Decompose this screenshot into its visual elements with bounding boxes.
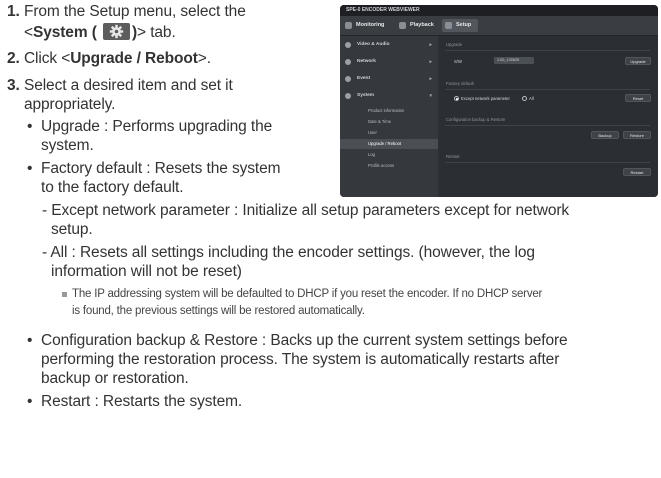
bullet-backup-line-1: • Configuration backup & Restore : Backs … (27, 331, 568, 350)
chevron-right-icon: ▸ (429, 76, 432, 82)
step-2-suffix: >. (197, 50, 211, 67)
step-1-line-1: 1. From the Setup menu, select the (7, 2, 246, 21)
tab-setup-label: Setup (456, 22, 472, 28)
bullet-backup-text: Configuration backup & Restore : Backs u… (41, 332, 568, 349)
section-restart: Restart (446, 154, 460, 159)
bullet-dot: • (27, 118, 33, 135)
video-icon (345, 42, 351, 48)
sw-label: S/W (454, 59, 462, 64)
step-2-prefix: Click < (23, 50, 71, 67)
bullet-dot: • (27, 393, 33, 410)
tab-playback-label: Playback (410, 22, 434, 28)
submenu-upgrade-reboot[interactable]: Upgrade / Reboot (340, 139, 438, 149)
window-title: SPE-0 ENCODER WEBVIEWER (340, 5, 658, 16)
step-2: 2. Click <Upgrade / Reboot>. (7, 49, 211, 68)
divider (445, 125, 650, 126)
bullet-dot: • (27, 332, 33, 349)
backup-button[interactable]: Backup (591, 131, 619, 139)
event-icon (345, 76, 351, 82)
sidebar-label: Video & Audio (357, 42, 390, 47)
note-line-2: is found, the previous settings will be … (72, 305, 365, 317)
bullet-upgrade-text: Upgrade : Performs upgrading the (41, 118, 273, 135)
step-3-line-1: 3. Select a desired item and set it (7, 76, 233, 95)
reset-button[interactable]: Reset (625, 94, 651, 102)
sidebar-label: Event (357, 76, 371, 81)
tab-monitoring[interactable]: Monitoring (342, 19, 394, 32)
note-line-1: The IP addressing system will be default… (72, 288, 543, 300)
step-3-text: Select a desired item and set it (23, 77, 233, 94)
tab-monitoring-label: Monitoring (356, 22, 385, 28)
bullet-factory-text: Factory default : Resets the system (41, 160, 281, 177)
step-1-suffix: > tab. (137, 24, 176, 41)
step-1-line-2: <System ( )> tab. (24, 23, 176, 42)
gear-icon (102, 23, 130, 40)
bullet-upgrade-line-2: system. (41, 137, 94, 154)
sidebar-item-system[interactable]: System ▾ (340, 90, 438, 102)
restore-button[interactable]: Restore (623, 131, 651, 139)
bullet-restart-text: Restart : Restarts the system. (41, 393, 243, 410)
bullet-upgrade-line-1: • Upgrade : Performs upgrading the (27, 117, 272, 136)
restart-button[interactable]: Restart (623, 168, 651, 176)
network-icon (345, 59, 351, 65)
step-1-number: 1. (7, 3, 20, 20)
sub-all-line-2: information will not be reset) (51, 263, 242, 280)
top-nav: Monitoring Playback Setup (340, 16, 658, 36)
sidebar: Video & Audio ▸ Network ▸ Event ▸ System… (340, 36, 438, 197)
tab-playback[interactable]: Playback (396, 19, 440, 32)
divider (445, 50, 650, 51)
sidebar-label: Network (357, 59, 376, 64)
all-radio[interactable] (522, 96, 527, 101)
bullet-backup-line-2: performing the restoration process. The … (41, 351, 560, 368)
step-3-line-2: appropriately. (24, 96, 116, 113)
sidebar-item-network[interactable]: Network ▸ (340, 56, 438, 68)
submenu-profile-access[interactable]: Profile access (340, 161, 438, 171)
submenu-user[interactable]: User (340, 128, 438, 138)
except-network-label: Except network parameter (461, 96, 510, 101)
step-1-prefix: < (24, 24, 33, 41)
monitor-icon (345, 22, 352, 29)
main-panel: Upgrade S/W 1.00_130625 Upgrade Factory … (439, 36, 658, 197)
all-label: All (529, 96, 534, 101)
upgrade-button[interactable]: Upgrade (625, 57, 651, 65)
divider (445, 162, 650, 163)
sidebar-item-event[interactable]: Event ▸ (340, 73, 438, 85)
sub-except-line-2: setup. (51, 221, 93, 238)
submenu-date-time[interactable]: Date & Time (340, 117, 438, 127)
bullet-restart: • Restart : Restarts the system. (27, 392, 242, 411)
bullet-dot: • (27, 160, 33, 177)
setup-icon (445, 22, 452, 29)
except-network-radio[interactable] (454, 96, 459, 101)
section-config-backup: Configuration backup & Restore (446, 117, 506, 122)
section-factory-default: Factory default (446, 81, 474, 86)
step-2-number: 2. (7, 50, 20, 67)
chevron-right-icon: ▸ (429, 42, 432, 48)
bullet-factory-line-1: • Factory default : Resets the system (27, 159, 281, 178)
section-upgrade: Upgrade (446, 42, 463, 47)
upgrade-reboot-label: Upgrade / Reboot (70, 50, 198, 67)
sidebar-label: System (357, 93, 375, 98)
step-3-number: 3. (7, 77, 20, 94)
note-marker-icon (62, 292, 67, 297)
playback-icon (399, 22, 406, 29)
sidebar-item-video-audio[interactable]: Video & Audio ▸ (340, 39, 438, 51)
setup-screenshot: SPE-0 ENCODER WEBVIEWER Monitoring Playb… (340, 5, 658, 197)
tab-setup[interactable]: Setup (442, 19, 478, 32)
divider (445, 89, 650, 90)
sub-except-line-1: - Except network parameter : Initialize … (42, 202, 570, 219)
system-gear-icon (345, 93, 351, 99)
bullet-backup-line-3: backup or restoration. (41, 370, 189, 387)
step-1-text: From the Setup menu, select the (23, 3, 246, 20)
sw-version-field: 1.00_130625 (494, 57, 534, 64)
system-tab-label: System ( (32, 24, 97, 41)
submenu-log[interactable]: Log (340, 150, 438, 160)
bullet-factory-line-2: to the factory default. (41, 179, 184, 196)
chevron-down-icon: ▾ (429, 93, 432, 99)
submenu-product-information[interactable]: Product information (340, 106, 438, 116)
sub-all-line-1: - All : Resets all settings including th… (42, 244, 535, 261)
chevron-right-icon: ▸ (429, 59, 432, 65)
